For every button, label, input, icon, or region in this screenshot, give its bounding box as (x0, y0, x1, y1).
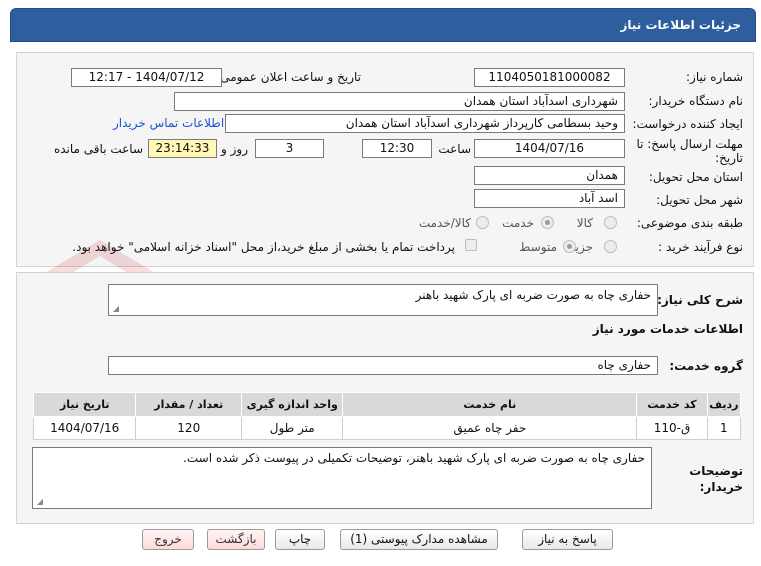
cell-service-name: حفر چاه عمیق (342, 416, 638, 440)
treasury-payment-note: پرداخت تمام یا بخشی از مبلغ خرید،از محل … (72, 240, 455, 254)
announce-label: تاریخ و ساعت اعلان عمومی: (216, 70, 361, 84)
category-service-label: خدمت (502, 216, 534, 230)
summary-textarea[interactable]: حفاری چاه به صورت ضربه ای پارک شهید باهن… (108, 284, 658, 316)
col-unit: واحد اندازه گیری (241, 392, 344, 417)
category-goods-service-label: کالا/خدمت (418, 216, 471, 230)
col-need-date: تاریخ نیاز (32, 392, 137, 417)
category-service-radio[interactable] (541, 216, 554, 229)
page-title: جزئیات اطلاعات نیاز (10, 8, 756, 42)
cell-unit: متر طول (241, 416, 344, 440)
creator-label: ایجاد کننده درخواست: (632, 117, 743, 131)
service-group-field: حفاری چاه (108, 356, 658, 375)
col-quantity: تعداد / مقدار (135, 392, 243, 417)
page-title-text: جزئیات اطلاعات نیاز (620, 18, 741, 32)
contact-buyer-link[interactable]: اطلاعات تماس خریدار (113, 116, 224, 130)
view-attachments-button[interactable]: مشاهده مدارک پیوستی (1) (340, 529, 498, 550)
process-minor-radio[interactable] (604, 240, 617, 253)
days-label: روز و (221, 142, 248, 156)
cell-need-date: 1404/07/16 (32, 416, 137, 440)
resize-grip-icon[interactable]: ◢ (35, 498, 43, 506)
city-label: شهر محل تحویل: (656, 193, 743, 207)
province-label: استان محل تحویل: (648, 170, 743, 184)
category-label: طبقه بندی موضوعی: (636, 216, 743, 230)
buyer-notes-textarea[interactable]: حفاری چاه به صورت ضربه ای پارک شهید باهن… (32, 447, 652, 509)
col-service-code: کد خدمت (636, 392, 708, 417)
buyer-label: نام دستگاه خریدار: (648, 94, 744, 108)
cell-quantity: 120 (135, 416, 243, 440)
need-number-field: 1104050181000082 (474, 68, 625, 87)
reply-button[interactable]: پاسخ به نیاز (522, 529, 613, 550)
province-field: همدان (474, 166, 625, 185)
deadline-label: مهلت ارسال پاسخ: تا (636, 137, 743, 151)
days-field: 3 (255, 139, 324, 158)
cell-service-code: ق-110 (636, 416, 708, 440)
deadline-time-field: 12:30 (362, 139, 432, 158)
remaining-time-field: 23:14:33 (148, 139, 217, 158)
buyer-notes-text: حفاری چاه به صورت ضربه ای پارک شهید باهن… (183, 451, 645, 465)
summary-label: شرح کلی نیاز: (657, 293, 743, 307)
back-button[interactable]: بازگشت (207, 529, 265, 550)
summary-text: حفاری چاه به صورت ضربه ای پارک شهید باهن… (415, 288, 651, 302)
need-number-label: شماره نیاز: (686, 70, 743, 84)
time-label: ساعت (438, 142, 471, 156)
print-button[interactable]: چاپ (275, 529, 325, 550)
service-group-label: گروه خدمت: (669, 359, 743, 373)
table-row: 1 ق-110 حفر چاه عمیق متر طول 120 1404/07… (32, 416, 742, 440)
exit-button[interactable]: خروج (142, 529, 194, 550)
remaining-label: ساعت باقی مانده (53, 142, 143, 156)
col-row: ردیف (706, 392, 742, 417)
table-header-row: ردیف کد خدمت نام خدمت واحد اندازه گیری ت… (32, 392, 742, 417)
buyer-field: شهرداری اسدآباد استان همدان (174, 92, 625, 111)
need-details-page: جزئیات اطلاعات نیاز شماره نیاز: 11040501… (0, 0, 761, 566)
process-medium-label: متوسط (519, 240, 557, 254)
col-service-name: نام خدمت (342, 392, 638, 417)
category-goods-radio[interactable] (604, 216, 617, 229)
city-field: اسد آباد (474, 189, 625, 208)
services-heading: اطلاعات خدمات مورد نیاز (592, 322, 743, 336)
process-label: نوع فرآیند خرید : (658, 240, 743, 254)
cell-row: 1 (706, 416, 742, 440)
buyer-notes-label-2: خریدار: (699, 480, 743, 494)
creator-field: وحید بسطامی کارپرداز شهرداری اسدآباد است… (225, 114, 625, 133)
category-goods-label: کالا (576, 216, 593, 230)
resize-grip-icon[interactable]: ◢ (111, 305, 119, 313)
buyer-notes-label: توضیحات (689, 464, 743, 478)
deadline-date-field: 1404/07/16 (474, 139, 625, 158)
process-medium-radio[interactable] (563, 240, 576, 253)
announce-field: 1404/07/12 - 12:17 (71, 68, 222, 87)
treasury-payment-checkbox[interactable] (465, 239, 477, 251)
category-goods-service-radio[interactable] (476, 216, 489, 229)
deadline-label-2: تاریخ: (715, 151, 743, 165)
services-table: ردیف کد خدمت نام خدمت واحد اندازه گیری ت… (32, 392, 742, 440)
